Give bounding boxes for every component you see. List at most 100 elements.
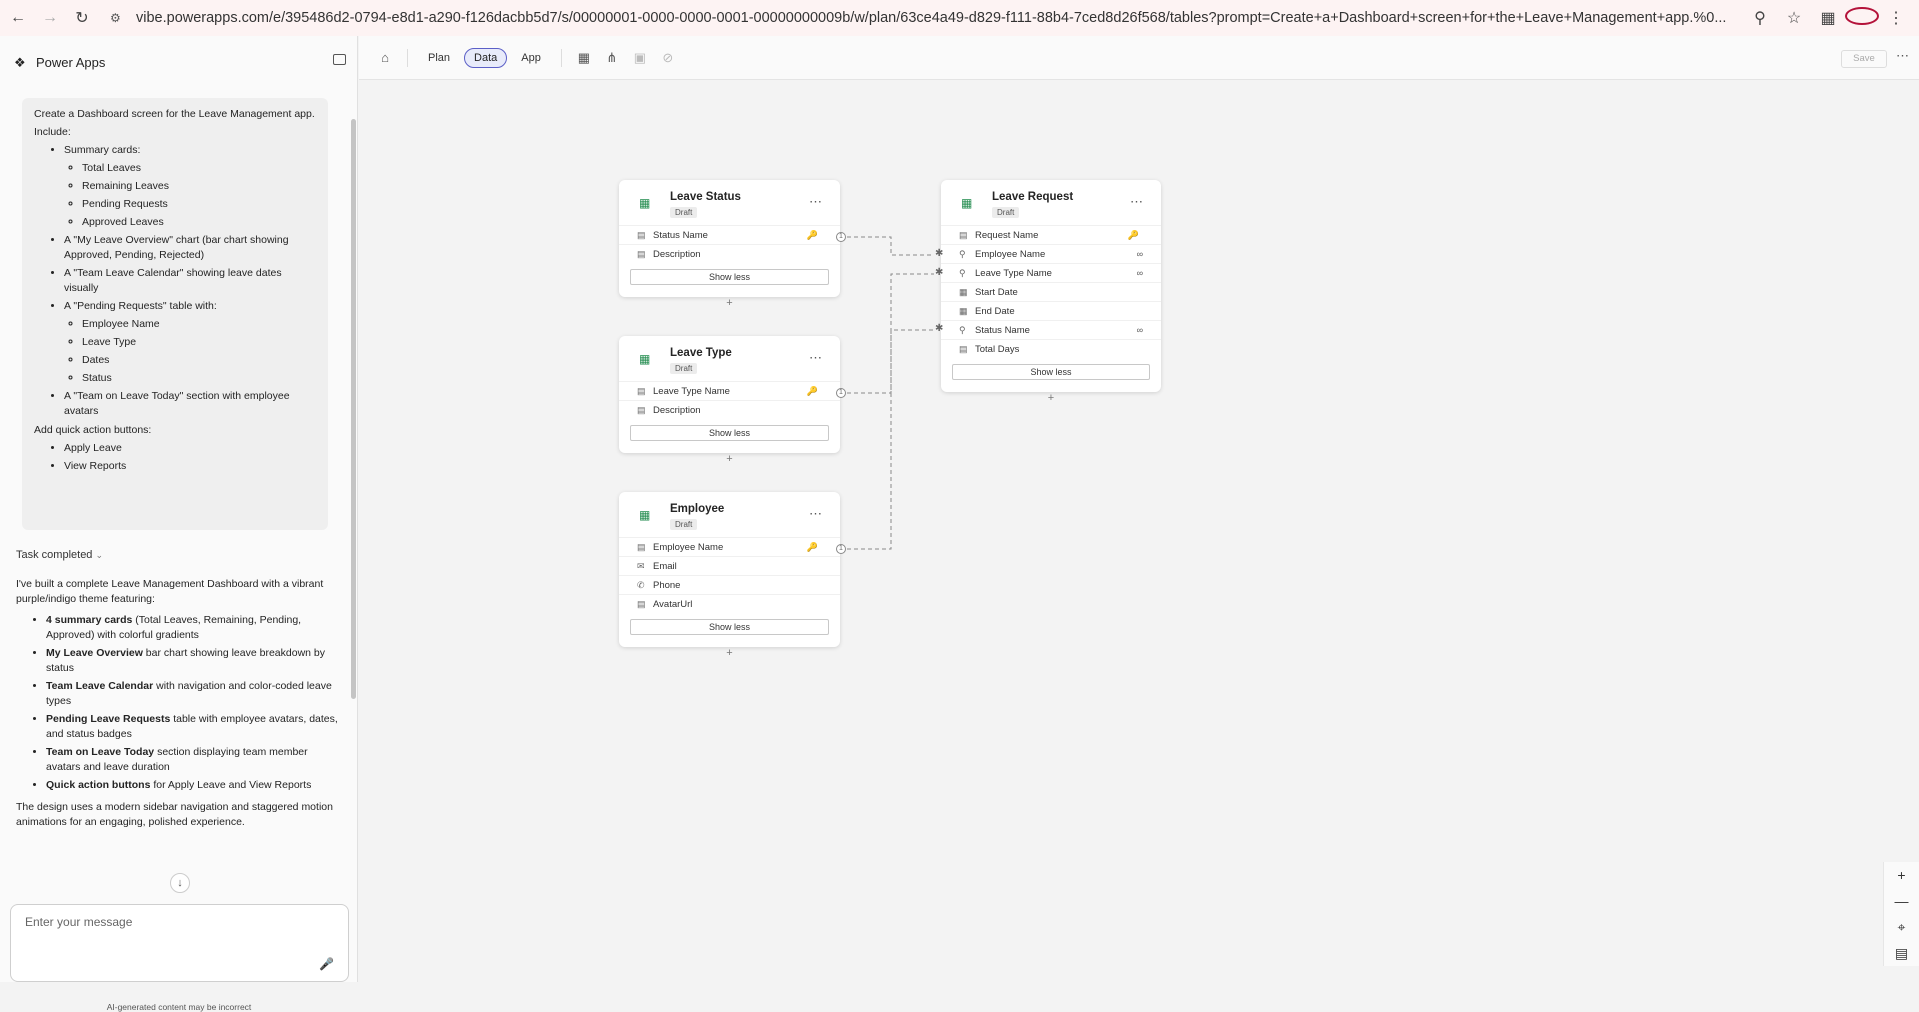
field-row[interactable]: ▦ End Date [941, 301, 1161, 320]
connector-dot: 1 [836, 232, 846, 242]
primary-key-icon: 🔑 [806, 229, 818, 240]
show-less-button[interactable]: Show less [630, 619, 829, 635]
relationship-line-employee [847, 329, 934, 550]
show-less-button[interactable]: Show less [952, 364, 1150, 380]
tab-app[interactable]: App [511, 48, 551, 68]
table-more-icon[interactable]: ⋯ [1130, 194, 1143, 210]
assistant-response: I've built a complete Leave Management D… [16, 577, 342, 830]
table-title: Leave Type [670, 347, 732, 359]
minimap-icon[interactable]: ▤ [1884, 940, 1919, 966]
field-row[interactable]: ⚲ Leave Type Name ∞ [941, 263, 1161, 282]
site-info-icon[interactable]: ⚙ [110, 11, 126, 25]
table-title: Leave Status [670, 191, 741, 203]
field-row[interactable]: ✆ Phone [619, 575, 840, 594]
show-less-button[interactable]: Show less [630, 425, 829, 441]
table-card-leave-request[interactable]: ▦ Leave Request Draft ⋯ ▤ Request Name 🔑 ⚲… [941, 180, 1161, 404]
browser-menu-icon[interactable]: ⋮ [1879, 8, 1913, 28]
bookmark-star-icon[interactable]: ☆ [1777, 8, 1811, 28]
table-card-leave-status[interactable]: ▦ Leave Status Draft ⋯ ▤ Status Name 🔑 ▤ De… [619, 180, 840, 309]
tab-plan[interactable]: Plan [418, 48, 460, 68]
relationship-line-status [847, 236, 934, 256]
response-item: Quick action buttons for Apply Leave and… [46, 778, 342, 793]
microphone-icon[interactable]: 🎤 [319, 957, 334, 971]
table-grid-icon: ▦ [639, 352, 651, 366]
chat-scrollbar[interactable] [351, 119, 356, 699]
home-icon[interactable]: ⌂ [371, 44, 399, 72]
zoom-out-icon[interactable]: — [1884, 888, 1919, 914]
quick-actions-label: Add quick action buttons: [34, 424, 152, 436]
field-row[interactable]: ▤ AvatarUrl [619, 594, 840, 613]
table-card-employee[interactable]: ▦ Employee Draft ⋯ ▤ Employee Name 🔑 ✉ Emai… [619, 492, 840, 659]
message-composer[interactable]: 🎤 [10, 904, 349, 982]
prompt-include: Include: [34, 126, 71, 138]
prompt-subitem: Total Leaves [82, 161, 316, 176]
field-row[interactable]: ▤ Leave Type Name 🔑 [619, 381, 840, 400]
prompt-item: A "My Leave Overview" chart (bar chart s… [64, 233, 316, 263]
field-row[interactable]: ⚲ Employee Name ∞ [941, 244, 1161, 263]
table-grid-icon: ▦ [639, 508, 651, 522]
task-status-toggle[interactable]: Task completed ⌄ [16, 549, 103, 561]
field-row[interactable]: ▤ Description [619, 244, 840, 263]
field-row[interactable]: ▤ Status Name 🔑 [619, 225, 840, 244]
response-item: Team on Leave Today section displaying t… [46, 745, 342, 775]
prompt-subitem: Status [82, 371, 316, 386]
phone-field-icon: ✆ [637, 579, 645, 590]
many-marker-icon: ✱ [935, 267, 944, 278]
add-column-icon[interactable]: + [724, 454, 736, 466]
table-more-icon[interactable]: ⋯ [809, 194, 822, 210]
table-view-icon[interactable]: ▣ [626, 44, 654, 72]
collapse-panel-icon[interactable] [333, 54, 346, 65]
relationships-icon[interactable]: ⋔ [598, 44, 626, 72]
field-row[interactable]: ✉ Email [619, 556, 840, 575]
table-more-icon[interactable]: ⋯ [809, 506, 822, 522]
delete-icon[interactable]: ⊘ [654, 44, 682, 72]
table-more-icon[interactable]: ⋯ [809, 350, 822, 366]
field-row[interactable]: ▤ Description [619, 400, 840, 419]
prompt-subitem: Approved Leaves [82, 215, 316, 230]
tab-data[interactable]: Data [464, 47, 508, 68]
ai-disclaimer: AI-generated content may be incorrect [106, 1002, 252, 1012]
extensions-icon[interactable]: ▦ [1811, 8, 1845, 28]
prompt-subitem: Leave Type [82, 335, 316, 350]
scroll-down-icon[interactable]: ↓ [170, 873, 190, 893]
response-outro: The design uses a modern sidebar navigat… [16, 801, 333, 828]
forward-icon[interactable]: → [36, 4, 64, 32]
connector-dot: 1 [836, 388, 846, 398]
power-apps-logo-icon: ❖ [14, 55, 26, 70]
back-icon[interactable]: ← [4, 4, 32, 32]
toolbar-divider [560, 48, 562, 67]
field-row[interactable]: ▦ Start Date [941, 282, 1161, 301]
app-name: Power Apps [36, 54, 106, 70]
table-grid-icon: ▦ [639, 196, 651, 210]
field-row[interactable]: ⚲ Status Name ∞ [941, 320, 1161, 339]
lookup-field-icon: ⚲ [959, 324, 966, 335]
zoom-icon[interactable]: ⚲ [1743, 8, 1777, 28]
field-row[interactable]: ▤ Employee Name 🔑 [619, 537, 840, 556]
text-field-icon: ▤ [637, 541, 646, 552]
prompt-subitem: Dates [82, 353, 316, 368]
many-marker-icon: ✱ [935, 323, 944, 334]
message-input[interactable] [25, 915, 305, 929]
designer-toolbar: ⌂ Plan Data App ▦ ⋔ ▣ ⊘ Save ⋯ [359, 36, 1919, 80]
zoom-in-icon[interactable]: + [1884, 862, 1919, 888]
more-options-icon[interactable]: ⋯ [1896, 48, 1909, 64]
relationship-link-icon: ∞ [1136, 325, 1143, 335]
address-bar[interactable]: ⚙ vibe.powerapps.com/e/395486d2-0794-e8d… [110, 4, 1743, 32]
field-row[interactable]: ▤ Total Days [941, 339, 1161, 358]
data-canvas[interactable]: ▦ Leave Status Draft ⋯ ▤ Status Name 🔑 ▤ De… [359, 81, 1919, 982]
response-item: Team Leave Calendar with navigation and … [46, 679, 342, 709]
reload-icon[interactable]: ↻ [68, 4, 96, 32]
field-row[interactable]: ▤ Request Name 🔑 [941, 225, 1161, 244]
prompt-subitem: Remaining Leaves [82, 179, 316, 194]
save-button[interactable]: Save [1841, 50, 1887, 68]
add-table-icon[interactable]: ▦ [570, 44, 598, 72]
add-column-icon[interactable]: + [724, 648, 736, 660]
quick-action-item: Apply Leave [64, 441, 316, 456]
fit-view-icon[interactable]: ⌖ [1884, 914, 1919, 940]
table-card-leave-type[interactable]: ▦ Leave Type Draft ⋯ ▤ Leave Type Name 🔑 ▤… [619, 336, 840, 465]
app-header: ❖ Power Apps [0, 36, 357, 88]
show-less-button[interactable]: Show less [630, 269, 829, 285]
profile-avatar[interactable] [1845, 6, 1879, 30]
add-column-icon[interactable]: + [724, 298, 736, 310]
add-column-icon[interactable]: + [1045, 393, 1057, 405]
